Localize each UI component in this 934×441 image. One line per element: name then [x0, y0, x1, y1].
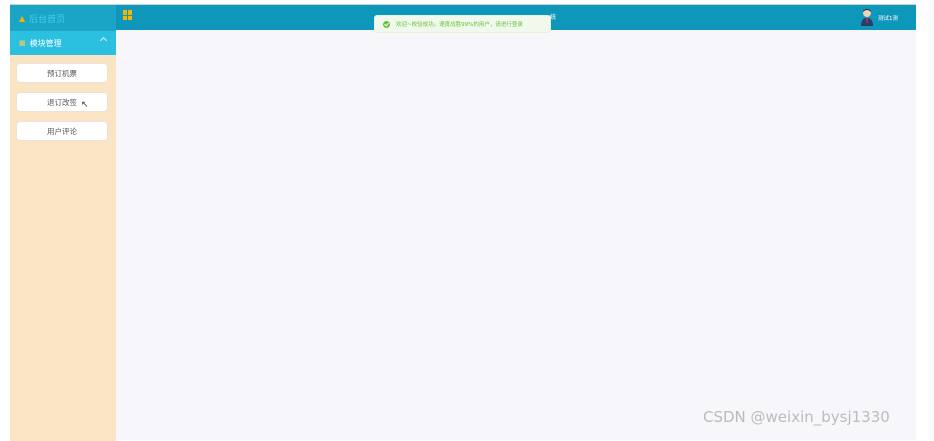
mouse-cursor-icon: ↖ [81, 100, 89, 110]
watermark-text: CSDN @weixin_bysj1330 [703, 408, 890, 426]
sidebar: ▲ 后台首页 ▦ 模块管理 预订机票 退订改签 用户评论 ↖ [10, 5, 116, 441]
username-label[interactable]: 测试1测 [878, 14, 898, 22]
apps-grid-icon[interactable] [123, 10, 133, 20]
chevron-up-icon [99, 36, 108, 45]
menu-group-title: 模块管理 [29, 38, 62, 48]
menu-group-header[interactable]: ▦ 模块管理 [10, 31, 116, 55]
sidebar-item-label: 预订机票 [47, 68, 77, 78]
sidebar-item-label: 用户评论 [47, 126, 77, 136]
sidebar-item-label: 退订改签 [47, 97, 77, 107]
brand-title: 后台首页 [29, 14, 66, 25]
success-toast: 欢迎~校验成功。速度战胜99%的用户，请进行登录 [374, 15, 551, 33]
sidebar-item-refund-change[interactable]: 退订改签 [16, 92, 108, 112]
brand-link[interactable]: ▲ 后台首页 [10, 5, 116, 31]
sidebar-item-book-ticket[interactable]: 预订机票 [16, 63, 108, 83]
avatar[interactable] [860, 8, 874, 26]
app-frame: ▲ 后台首页 ▦ 模块管理 预订机票 退订改签 用户评论 ↖ 统 测试1测 欢迎… [10, 4, 916, 441]
toast-message: 欢迎~校验成功。速度战胜99%的用户，请进行登录 [396, 22, 523, 28]
home-icon: ▲ [19, 13, 26, 23]
grid-icon: ▦ [19, 39, 26, 47]
check-circle-icon [383, 20, 390, 28]
sidebar-item-user-comments[interactable]: 用户评论 [16, 121, 108, 141]
window-edge [928, 0, 934, 440]
